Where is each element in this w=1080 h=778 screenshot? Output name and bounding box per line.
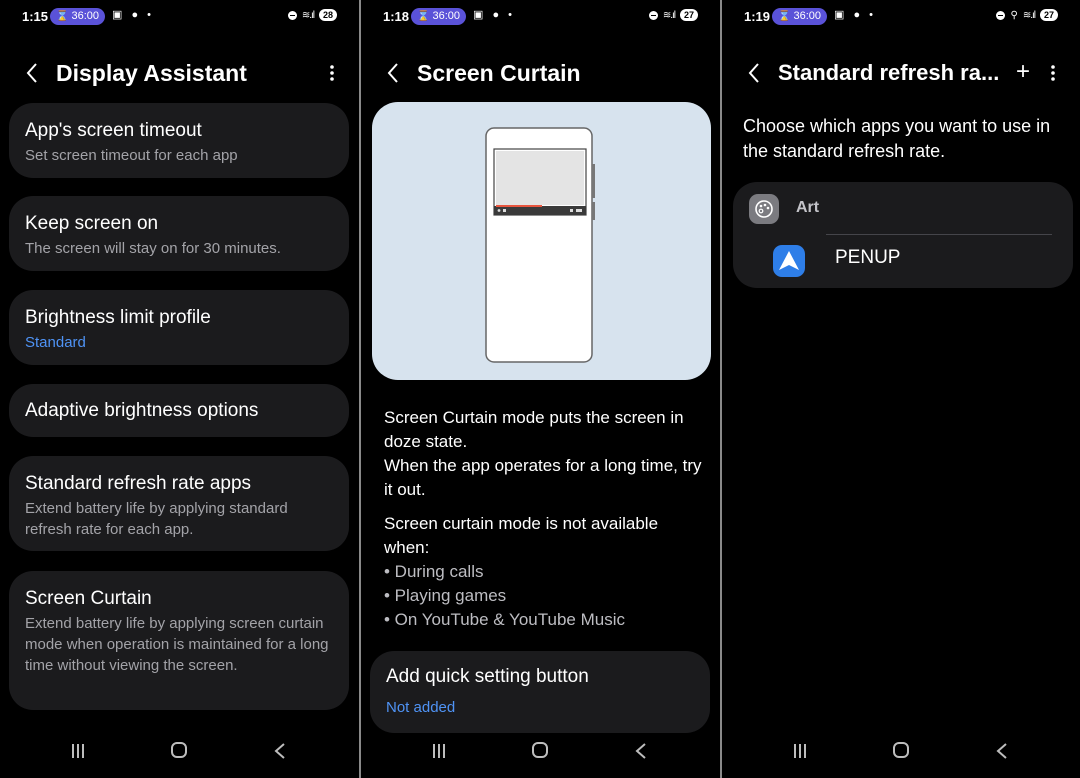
screen-curtain-illustration bbox=[372, 102, 711, 380]
setting-title: Screen Curtain bbox=[25, 588, 152, 609]
status-bar: 1:19 ⌛ 36:00 ▣ ● • ⚲ ≋.ıl 27 bbox=[722, 0, 1080, 34]
wifi-signal-icon: ≋.ıl bbox=[301, 9, 315, 21]
status-bar: 1:18 ⌛ 36:00 ▣ ● • ≋.ıl 27 bbox=[361, 0, 720, 34]
app-category-group: Art PENUP bbox=[733, 182, 1073, 288]
notification-icons: ▣ ● • bbox=[473, 9, 516, 21]
hourglass-icon: ⌛ bbox=[417, 11, 430, 22]
recents-icon[interactable] bbox=[70, 744, 86, 758]
more-options-icon[interactable] bbox=[329, 64, 335, 82]
status-right-icons: ≋.ıl 28 bbox=[287, 9, 337, 21]
wifi-signal-icon: ≋.ıl bbox=[1022, 9, 1036, 21]
setting-keep-screen-on[interactable]: Keep screen on The screen will stay on f… bbox=[9, 196, 349, 271]
home-icon[interactable] bbox=[171, 742, 187, 758]
description-line: When the app operates for a long time, t… bbox=[384, 456, 702, 499]
divider bbox=[826, 234, 1052, 235]
home-icon[interactable] bbox=[893, 742, 909, 758]
notification-icons: ▣ ● • bbox=[112, 9, 155, 21]
location-icon: ⚲ bbox=[1010, 9, 1018, 21]
status-time: 1:15 bbox=[22, 9, 49, 24]
setting-title: Add quick setting button bbox=[386, 666, 589, 687]
nav-back-icon[interactable] bbox=[274, 742, 286, 760]
setting-subtitle: Extend battery life by applying screen c… bbox=[25, 615, 329, 674]
unavailable-section: Screen curtain mode is not available whe… bbox=[384, 512, 704, 632]
description-line: Screen Curtain mode puts the screen in d… bbox=[384, 408, 684, 451]
wifi-signal-icon: ≋.ıl bbox=[662, 9, 676, 21]
nav-back-icon[interactable] bbox=[635, 742, 647, 760]
bullet-item: • Playing games bbox=[384, 586, 507, 605]
unavailable-heading: Screen curtain mode is not available whe… bbox=[384, 514, 659, 557]
page-title: Screen Curtain bbox=[417, 60, 581, 86]
setting-title: Standard refresh rate apps bbox=[25, 473, 252, 494]
setting-status: Not added bbox=[386, 699, 456, 716]
status-right-icons: ≋.ıl 27 bbox=[648, 9, 698, 21]
setting-adaptive-brightness[interactable]: Adaptive brightness options bbox=[9, 384, 349, 437]
recents-icon[interactable] bbox=[792, 744, 808, 758]
dnd-icon bbox=[648, 10, 658, 20]
add-icon[interactable]: + bbox=[1016, 60, 1030, 84]
nav-back-icon[interactable] bbox=[996, 742, 1008, 760]
app-header: Standard refresh ra... + bbox=[722, 50, 1080, 96]
page-title: Display Assistant bbox=[56, 60, 247, 86]
back-icon[interactable] bbox=[24, 60, 40, 86]
setting-subtitle: Extend battery life by applying standard… bbox=[25, 500, 288, 538]
hourglass-icon: ⌛ bbox=[778, 11, 791, 22]
battery-level: 27 bbox=[1039, 9, 1058, 21]
setting-subtitle: Set screen timeout for each app bbox=[25, 147, 238, 164]
description: Choose which apps you want to use in the… bbox=[743, 116, 1051, 161]
hourglass-icon: ⌛ bbox=[56, 11, 69, 22]
navigation-bar bbox=[0, 728, 359, 778]
home-icon[interactable] bbox=[532, 742, 548, 758]
app-header: Display Assistant bbox=[0, 50, 359, 96]
bullet-item: • On YouTube & YouTube Music bbox=[384, 610, 625, 629]
setting-subtitle: The screen will stay on for 30 minutes. bbox=[25, 240, 281, 257]
category-label: Art bbox=[796, 199, 820, 216]
palette-icon bbox=[749, 194, 779, 224]
more-options-icon[interactable] bbox=[1050, 64, 1056, 82]
notification-icons: ▣ ● • bbox=[834, 9, 877, 21]
back-icon[interactable] bbox=[746, 60, 762, 86]
app-header: Screen Curtain bbox=[361, 50, 720, 96]
add-quick-setting-button[interactable]: Add quick setting button Not added bbox=[370, 651, 710, 733]
dnd-icon bbox=[287, 10, 297, 20]
status-right-icons: ⚲ ≋.ıl 27 bbox=[996, 9, 1058, 21]
timer-value: 36:00 bbox=[71, 10, 99, 22]
navigation-bar bbox=[361, 728, 720, 778]
battery-level: 27 bbox=[679, 9, 698, 21]
app-list-item-penup[interactable]: PENUP bbox=[835, 247, 900, 269]
back-icon[interactable] bbox=[385, 60, 401, 86]
navigation-bar bbox=[722, 728, 1080, 778]
bullet-item: • During calls bbox=[384, 562, 484, 581]
setting-title: Brightness limit profile bbox=[25, 307, 211, 328]
setting-title: App's screen timeout bbox=[25, 120, 202, 141]
setting-app-screen-timeout[interactable]: App's screen timeout Set screen timeout … bbox=[9, 103, 349, 178]
description: Screen Curtain mode puts the screen in d… bbox=[384, 406, 704, 502]
timer-pill: ⌛ 36:00 bbox=[411, 8, 466, 25]
recents-icon[interactable] bbox=[431, 744, 447, 758]
timer-pill: ⌛ 36:00 bbox=[50, 8, 105, 25]
phone-illustration bbox=[485, 127, 595, 363]
timer-value: 36:00 bbox=[793, 10, 821, 22]
timer-pill: ⌛ 36:00 bbox=[772, 8, 827, 25]
dnd-icon bbox=[996, 10, 1006, 20]
setting-title: Keep screen on bbox=[25, 213, 159, 234]
battery-level: 28 bbox=[318, 9, 337, 21]
panel-screen-curtain: 1:18 ⌛ 36:00 ▣ ● • ≋.ıl 27 Screen Curtain… bbox=[361, 0, 720, 778]
setting-brightness-limit-profile[interactable]: Brightness limit profile Standard bbox=[9, 290, 349, 365]
status-time: 1:19 bbox=[744, 9, 771, 24]
setting-value: Standard bbox=[25, 334, 86, 351]
setting-screen-curtain[interactable]: Screen Curtain Extend battery life by ap… bbox=[9, 571, 349, 710]
status-time: 1:18 bbox=[383, 9, 410, 24]
penup-icon[interactable] bbox=[773, 245, 805, 277]
panel-standard-refresh-rate: 1:19 ⌛ 36:00 ▣ ● • ⚲ ≋.ıl 27 Standard ref… bbox=[722, 0, 1080, 778]
status-bar: 1:15 ⌛ 36:00 ▣ ● • ≋.ıl 28 bbox=[0, 0, 359, 34]
setting-title: Adaptive brightness options bbox=[25, 400, 259, 421]
timer-value: 36:00 bbox=[432, 10, 460, 22]
page-title: Standard refresh ra... bbox=[778, 60, 1000, 85]
setting-standard-refresh-rate-apps[interactable]: Standard refresh rate apps Extend batter… bbox=[9, 456, 349, 551]
panel-display-assistant: 1:15 ⌛ 36:00 ▣ ● • ≋.ıl 28 Display Assist… bbox=[0, 0, 359, 778]
